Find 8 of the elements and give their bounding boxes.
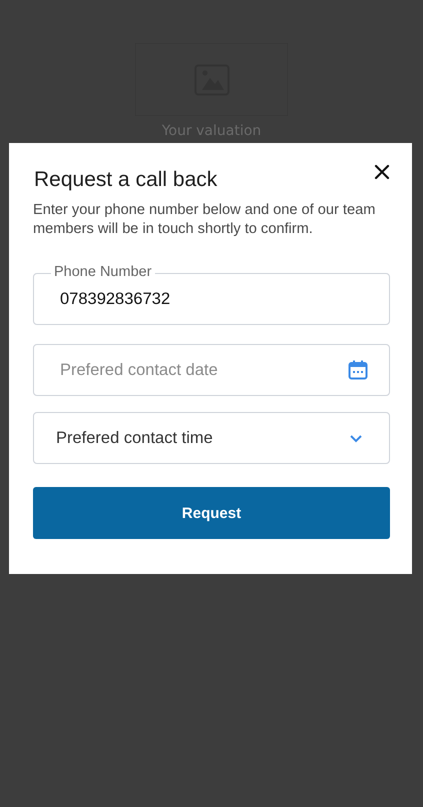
time-select[interactable]: Prefered contact time: [33, 412, 390, 464]
calendar-icon[interactable]: [348, 360, 368, 380]
chevron-down-icon: [349, 434, 363, 442]
dialog-title: Request a call back: [34, 168, 218, 192]
request-button[interactable]: Request: [33, 487, 390, 539]
close-button[interactable]: [372, 162, 392, 182]
dialog-description: Enter your phone number below and one of our team members will be in touch shortly to confirm.: [33, 201, 376, 239]
date-field[interactable]: Prefered contact date: [33, 344, 390, 396]
